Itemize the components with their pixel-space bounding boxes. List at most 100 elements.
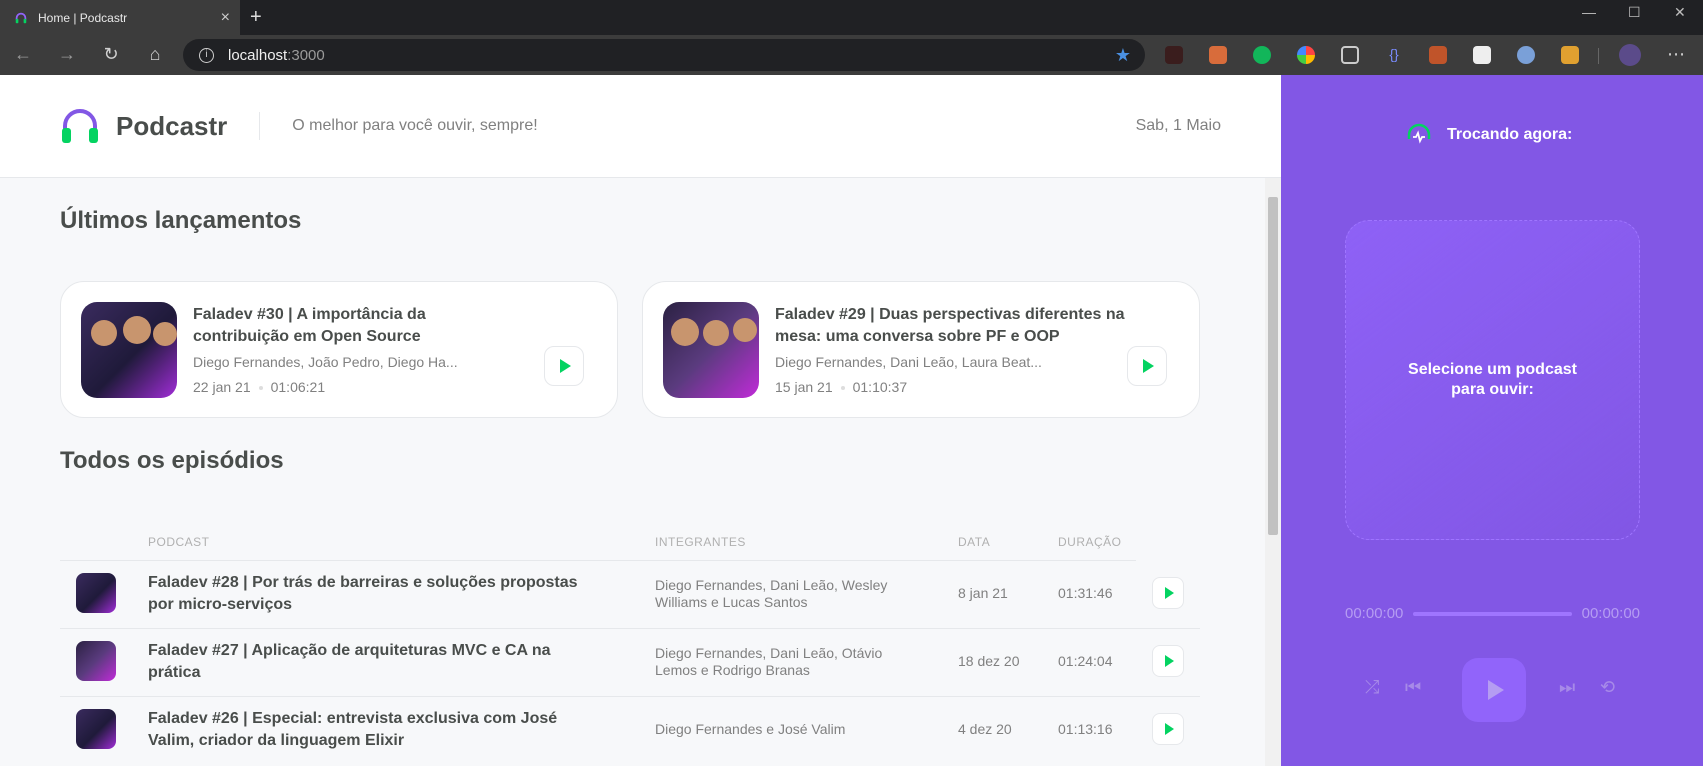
episode-date: 22 jan 21 — [193, 379, 251, 395]
play-episode-button[interactable] — [1152, 713, 1184, 745]
all-episodes-heading: Todos os episódios — [60, 447, 284, 474]
latest-episode-card[interactable]: Faladev #29 | Duas perspectivas diferent… — [642, 281, 1200, 418]
now-playing-label: Trocando agora: — [1447, 126, 1573, 143]
bookmark-star-icon[interactable]: ★ — [1115, 45, 1131, 66]
play-episode-button[interactable] — [544, 346, 584, 386]
episode-meta: 15 jan 21 01:10:37 — [775, 379, 907, 395]
episode-title[interactable]: Faladev #29 | Duas perspectivas diferent… — [775, 304, 1155, 348]
tagline: O melhor para você ouvir, sempre! — [292, 117, 538, 134]
episode-members: Diego Fernandes, Dani Leão, Otávio Lemos… — [655, 645, 883, 678]
episode-duration: 01:24:04 — [1058, 653, 1113, 669]
play-icon — [1143, 359, 1154, 373]
extension-icon-3[interactable] — [1473, 46, 1491, 64]
shuffle-icon[interactable]: ⤮ — [1365, 677, 1379, 698]
episode-meta: 22 jan 21 01:06:21 — [193, 379, 325, 395]
column-podcast: Podcast — [148, 535, 210, 549]
tab-close-icon[interactable]: × — [221, 9, 230, 27]
episode-duration: 01:13:16 — [1058, 721, 1113, 737]
episode-title[interactable]: Faladev #26 | Especial: entrevista exclu… — [148, 708, 598, 752]
meta-dot — [258, 386, 263, 391]
headphones-logo-icon — [62, 109, 98, 143]
header-divider — [259, 112, 261, 140]
minimize-icon[interactable]: — — [1582, 4, 1596, 20]
playing-headphones-icon — [1407, 123, 1431, 144]
episode-members: Diego Fernandes, Dani Leão, Laura Beat..… — [775, 354, 1042, 370]
close-window-icon[interactable]: ✕ — [1674, 4, 1686, 21]
new-tab-button[interactable]: + — [250, 6, 262, 29]
episode-thumbnail — [76, 709, 116, 749]
episode-thumbnail[interactable] — [81, 302, 177, 398]
progress-area: 00:00:00 00:00:00 — [1345, 605, 1640, 622]
home-icon[interactable]: ⌂ — [144, 44, 166, 65]
meta-dot — [840, 386, 845, 391]
current-time: 00:00:00 — [1345, 605, 1404, 622]
episode-title[interactable]: Faladev #27 | Aplicação de arquiteturas … — [148, 640, 598, 684]
podcastr-favicon-icon — [15, 12, 27, 23]
url-port: :3000 — [287, 46, 325, 64]
back-icon[interactable]: ← — [12, 44, 34, 65]
play-pause-button[interactable] — [1462, 658, 1526, 722]
next-icon[interactable]: ⏭ — [1559, 677, 1575, 698]
menu-more-icon[interactable]: ⋯ — [1665, 44, 1687, 65]
episode-date: 8 jan 21 — [958, 585, 1008, 601]
episode-title[interactable]: Faladev #28 | Por trás de barreiras e so… — [148, 572, 598, 616]
table-row: Faladev #28 | Por trás de barreiras e so… — [60, 561, 1200, 629]
episode-date: 18 dez 20 — [958, 653, 1020, 669]
column-members: Integrantes — [655, 535, 746, 549]
empty-player-message: Selecione um podcast para ouvir: — [1408, 361, 1577, 398]
browser-tab[interactable]: Home | Podcastr × — [0, 0, 240, 35]
profile-avatar[interactable] — [1619, 44, 1641, 66]
latest-heading: Últimos lançamentos — [60, 207, 302, 234]
address-bar[interactable]: i localhost :3000 ★ — [183, 39, 1145, 71]
episode-date: 15 jan 21 — [775, 379, 833, 395]
play-icon — [1165, 655, 1174, 667]
empty-player: Selecione um podcast para ouvir: — [1345, 220, 1640, 540]
play-episode-button[interactable] — [1152, 645, 1184, 677]
play-icon — [1488, 680, 1504, 700]
extension-icon-4[interactable] — [1517, 46, 1535, 64]
episode-members: Diego Fernandes, Dani Leão, Wesley Willi… — [655, 577, 888, 610]
extension-colorpicker-icon[interactable] — [1297, 46, 1315, 64]
episode-thumbnail — [76, 573, 116, 613]
progress-slider[interactable] — [1413, 611, 1572, 616]
column-date: Data — [958, 535, 991, 549]
brand-name[interactable]: Podcastr — [116, 111, 227, 142]
current-date: Sab, 1 Maio — [1135, 117, 1221, 134]
extension-json-icon[interactable]: {} — [1385, 46, 1403, 64]
extension-ublock-icon[interactable] — [1165, 46, 1183, 64]
maximize-icon[interactable]: ☐ — [1628, 4, 1641, 21]
browser-toolbar: ← → ↻ ⌂ i localhost :3000 ★ {} ⋯ — [0, 35, 1703, 75]
episode-members: Diego Fernandes, João Pedro, Diego Ha... — [193, 354, 458, 370]
play-icon — [560, 359, 571, 373]
table-row: Faladev #27 | Aplicação de arquiteturas … — [60, 629, 1200, 697]
extension-icon[interactable] — [1209, 46, 1227, 64]
repeat-icon[interactable]: ⟲ — [1600, 677, 1615, 698]
forward-icon[interactable]: → — [56, 44, 78, 65]
extension-icon-2[interactable] — [1429, 46, 1447, 64]
reload-icon[interactable]: ↻ — [100, 44, 122, 65]
column-duration: Duração — [1058, 535, 1122, 549]
episode-date: 4 dez 20 — [958, 721, 1012, 737]
main-content: Podcastr O melhor para você ouvir, sempr… — [0, 75, 1281, 766]
now-playing-header: Trocando agora: — [1405, 121, 1572, 149]
toolbar-separator — [1598, 48, 1599, 64]
url-host: localhost — [228, 46, 288, 64]
episode-title[interactable]: Faladev #30 | A importância da contribui… — [193, 304, 465, 348]
extension-icon-5[interactable] — [1561, 46, 1579, 64]
tab-title: Home | Podcastr — [38, 10, 128, 25]
episode-thumbnail[interactable] — [663, 302, 759, 398]
episode-members: Diego Fernandes e José Valim — [655, 721, 846, 737]
latest-episode-card[interactable]: Faladev #30 | A importância da contribui… — [60, 281, 618, 418]
play-episode-button[interactable] — [1152, 577, 1184, 609]
play-icon — [1165, 723, 1174, 735]
site-info-icon[interactable]: i — [199, 47, 214, 63]
episode-duration: 01:10:37 — [852, 379, 908, 395]
extension-check-icon[interactable] — [1253, 46, 1271, 64]
scrollbar-thumb[interactable] — [1268, 197, 1278, 535]
table-row: Faladev #26 | Especial: entrevista exclu… — [60, 697, 1200, 765]
play-episode-button[interactable] — [1127, 346, 1167, 386]
previous-icon[interactable]: ⏮ — [1405, 677, 1421, 698]
total-time: 00:00:00 — [1581, 605, 1640, 622]
extension-pip-icon[interactable] — [1341, 46, 1359, 64]
episode-duration: 01:06:21 — [270, 379, 326, 395]
